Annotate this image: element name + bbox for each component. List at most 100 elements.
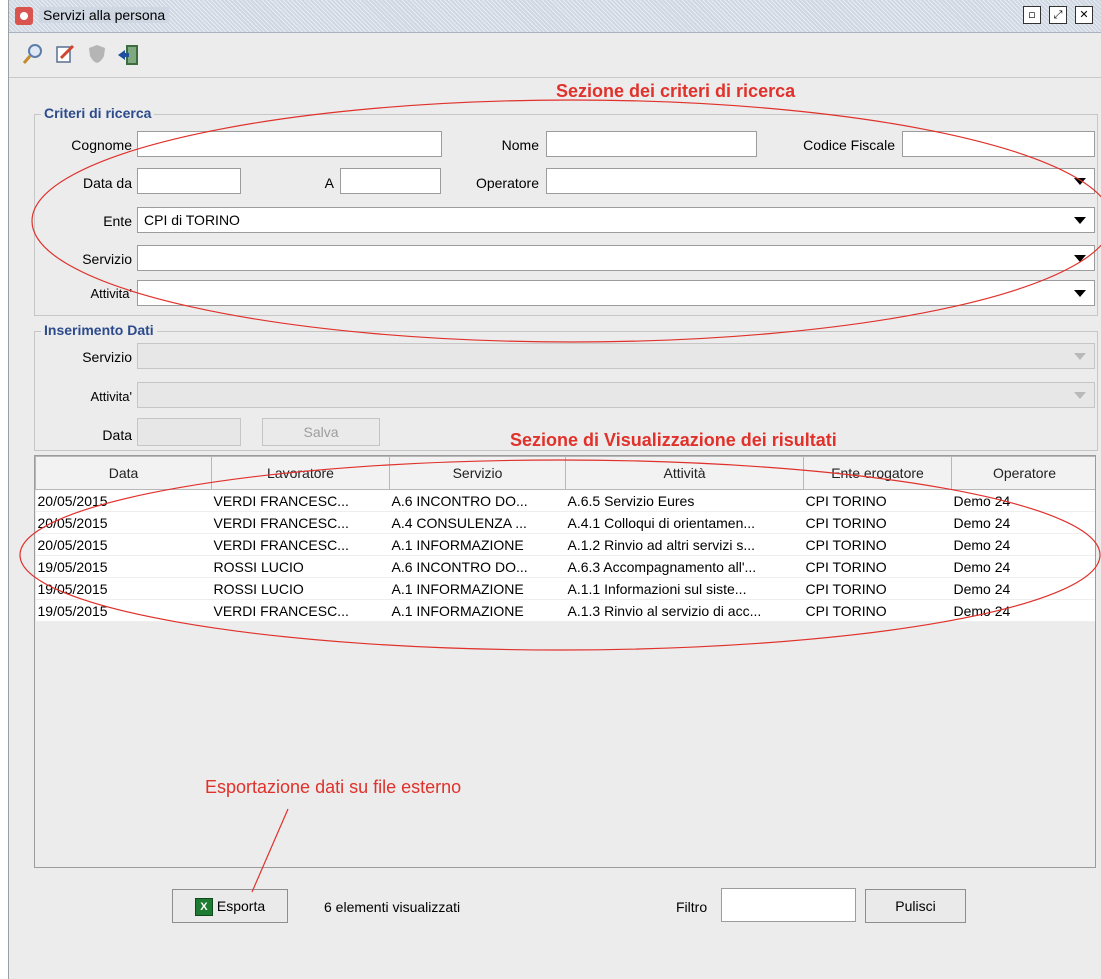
chevron-down-icon[interactable] [1074,392,1086,399]
codice-fiscale-label: Codice Fiscale [803,137,895,153]
column-header-attivita[interactable]: Attività [565,456,804,490]
cell-attivita: A.6.5 Servizio Eures [565,489,804,512]
insert-data-field[interactable] [137,418,241,446]
save-button[interactable]: Salva [262,418,380,446]
cell-data: 19/05/2015 [35,599,212,622]
title-bar[interactable]: Servizi alla persona ▫ ⤢ ✕ [9,0,1101,33]
cell-servizio: A.1 INFORMAZIONE [389,599,566,622]
exit-icon[interactable] [117,43,141,67]
maximize-icon[interactable]: ⤢ [1049,6,1067,24]
data-a-field[interactable] [340,168,441,194]
cell-attivita: A.1.3 Rinvio al servizio di acc... [565,599,804,622]
cell-lavoratore: ROSSI LUCIO [211,577,390,600]
cell-servizio: A.1 INFORMAZIONE [389,533,566,556]
export-button[interactable]: X Esporta [172,889,288,923]
operatore-select[interactable] [546,168,1095,194]
cognome-label: Cognome [71,137,132,153]
cognome-field[interactable] [137,131,442,157]
minimize-icon[interactable]: ▫ [1023,6,1041,24]
filter-label: Filtro [676,899,708,915]
cell-lavoratore: VERDI FRANCESC... [211,533,390,556]
cell-ente: CPI TORINO [803,533,952,556]
toolbar [9,33,1101,78]
cell-attivita: A.4.1 Colloqui di orientamen... [565,511,804,534]
excel-icon: X [194,898,213,917]
left-edge [0,0,9,979]
insert-servizio-select[interactable] [137,343,1095,369]
attivita-select[interactable] [137,280,1095,306]
ente-value: CPI di TORINO [144,212,240,228]
search-icon[interactable] [21,43,45,67]
cell-lavoratore: VERDI FRANCESC... [211,489,390,512]
cell-servizio: A.6 INCONTRO DO... [389,555,566,578]
insert-data-label: Data [102,427,132,443]
servizio-label: Servizio [82,251,132,267]
cell-data: 20/05/2015 [35,489,212,512]
cell-lavoratore: ROSSI LUCIO [211,555,390,578]
chevron-down-icon[interactable] [1074,290,1086,297]
table-row[interactable]: 19/05/2015 ROSSI LUCIO A.6 INCONTRO DO..… [35,555,1095,578]
cell-data: 19/05/2015 [35,555,212,578]
cell-operatore: Demo 24 [951,511,1095,534]
item-count: 6 elementi visualizzati [324,899,461,915]
table-header-row: Data Lavoratore Servizio Attività Ente e… [35,456,1095,490]
table-row[interactable]: 20/05/2015 VERDI FRANCESC... A.1 INFORMA… [35,533,1095,556]
annotation-export-note: Esportazione dati su file esterno [205,777,462,797]
cell-ente: CPI TORINO [803,511,952,534]
cell-operatore: Demo 24 [951,533,1095,556]
nome-field[interactable] [546,131,757,157]
table-row[interactable]: 19/05/2015 ROSSI LUCIO A.1 INFORMAZIONE … [35,577,1095,600]
cell-ente: CPI TORINO [803,599,952,622]
data-da-field[interactable] [137,168,241,194]
cell-servizio: A.1 INFORMAZIONE [389,577,566,600]
cell-data: 20/05/2015 [35,533,212,556]
ente-select[interactable]: CPI di TORINO [137,207,1095,233]
cell-operatore: Demo 24 [951,489,1095,512]
insert-servizio-label: Servizio [82,349,132,365]
column-header-lavoratore[interactable]: Lavoratore [211,456,390,490]
results-table: Data Lavoratore Servizio Attività Ente e… [34,455,1096,868]
column-header-data[interactable]: Data [35,456,212,490]
chevron-down-icon[interactable] [1074,217,1086,224]
table-row[interactable]: 19/05/2015 VERDI FRANCESC... A.1 INFORMA… [35,599,1095,622]
chevron-down-icon[interactable] [1074,255,1086,262]
edit-icon[interactable] [53,43,77,67]
export-label: Esporta [216,898,266,914]
chevron-down-icon[interactable] [1074,353,1086,360]
table-row[interactable]: 20/05/2015 VERDI FRANCESC... A.4 CONSULE… [35,511,1095,534]
operatore-label: Operatore [475,175,539,191]
cell-ente: CPI TORINO [803,489,952,512]
column-header-operatore[interactable]: Operatore [951,456,1095,490]
cell-attivita: A.1.2 Rinvio ad altri servizi s... [565,533,804,556]
close-icon[interactable]: ✕ [1075,6,1093,24]
column-header-ente-erogatore[interactable]: Ente erogatore [803,456,952,490]
annotation-results-section: Sezione di Visualizzazione dei risultati [510,430,837,450]
cell-attivita: A.6.3 Accompagnamento all'... [565,555,804,578]
cell-ente: CPI TORINO [803,555,952,578]
cell-operatore: Demo 24 [951,555,1095,578]
data-a-label: A [324,175,334,191]
shield-icon[interactable] [85,43,109,67]
attivita-label: Attivita' [90,286,133,301]
cell-servizio: A.6 INCONTRO DO... [389,489,566,512]
nome-label: Nome [501,137,539,153]
column-header-servizio[interactable]: Servizio [389,456,566,490]
chevron-down-icon[interactable] [1074,178,1086,185]
cell-servizio: A.4 CONSULENZA ... [389,511,566,534]
codice-fiscale-field[interactable] [902,131,1095,157]
filter-input[interactable] [721,888,856,922]
clear-button[interactable]: Pulisci [865,889,966,923]
cell-data: 20/05/2015 [35,511,212,534]
ente-label: Ente [103,213,132,229]
cell-ente: CPI TORINO [803,577,952,600]
servizio-select[interactable] [137,245,1095,271]
cell-operatore: Demo 24 [951,577,1095,600]
cell-data: 19/05/2015 [35,577,212,600]
insert-attivita-label: Attivita' [90,389,133,404]
data-da-label: Data da [82,175,132,191]
app-icon [15,7,33,25]
table-row[interactable]: 20/05/2015 VERDI FRANCESC... A.6 INCONTR… [35,489,1095,512]
cell-attivita: A.1.1 Informazioni sul siste... [565,577,804,600]
insert-attivita-select[interactable] [137,382,1095,408]
cell-operatore: Demo 24 [951,599,1095,622]
